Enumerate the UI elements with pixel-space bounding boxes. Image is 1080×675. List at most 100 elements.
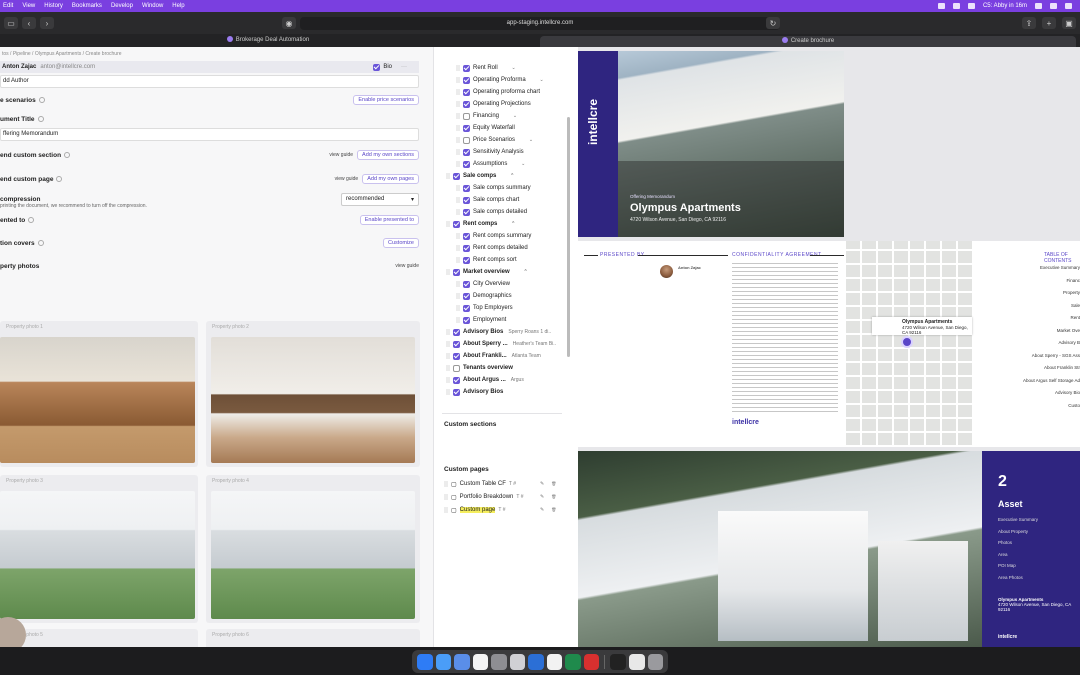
drag-handle-icon[interactable] <box>456 161 460 167</box>
outline-item[interactable]: Sale comps detailed <box>456 207 527 217</box>
menu-item[interactable]: Window <box>142 3 163 9</box>
finder-icon[interactable] <box>417 653 433 670</box>
drag-handle-icon[interactable] <box>456 113 460 119</box>
asset-section-sidebar[interactable]: 2 Asset Executive Summary About Property P… <box>982 451 1080 647</box>
property-photo-card[interactable]: Property photo 6 <box>206 629 420 647</box>
delete-icon[interactable]: 🗑 <box>551 481 556 487</box>
outline-item[interactable]: Employment <box>456 315 506 325</box>
toc-item[interactable]: Advisory Bio <box>984 390 1080 403</box>
drag-handle-icon[interactable] <box>456 281 460 287</box>
drag-handle-icon[interactable] <box>456 137 460 143</box>
property-photo-card[interactable]: Property photo 2 <box>206 321 420 467</box>
drag-handle-icon[interactable] <box>456 305 460 311</box>
status-icon[interactable] <box>952 3 960 9</box>
outline-checkbox[interactable] <box>463 304 470 312</box>
info-icon[interactable] <box>64 152 71 158</box>
drag-handle-icon[interactable] <box>444 481 448 487</box>
word-icon[interactable] <box>528 653 544 670</box>
address-bar[interactable]: app-staging.intellcre.com <box>300 17 780 30</box>
view-guide-link[interactable]: view guide <box>395 263 419 269</box>
drag-handle-icon[interactable] <box>456 77 460 83</box>
outline-item[interactable]: Sale comps ⌃ <box>446 171 514 181</box>
property-photo-card[interactable]: Property photo 3 <box>0 475 198 623</box>
preview-icon[interactable] <box>628 653 645 670</box>
edit-icon[interactable]: ✎ <box>540 494 544 500</box>
outline-checkbox[interactable] <box>463 256 470 264</box>
safari-icon[interactable] <box>435 653 452 670</box>
toc-item[interactable]: Market Ove <box>984 328 1080 341</box>
delete-icon[interactable]: 🗑 <box>551 507 556 513</box>
toc-item[interactable]: Advisory B <box>984 340 1080 353</box>
add-author-field[interactable]: dd Author <box>0 75 419 88</box>
toc-item[interactable]: Executive Summary <box>984 265 1080 278</box>
outline-checkbox[interactable] <box>463 76 470 84</box>
outline-checkbox[interactable] <box>463 196 470 204</box>
view-guide-link[interactable]: view guide <box>335 176 359 182</box>
trash-icon[interactable] <box>647 653 664 670</box>
outline-checkbox[interactable] <box>453 268 460 276</box>
chevron-icon[interactable]: ⌄ <box>513 113 517 119</box>
map-pin-icon[interactable] <box>901 336 913 348</box>
info-icon[interactable] <box>37 116 44 122</box>
menu-item[interactable]: Edit <box>3 3 13 9</box>
enable-presented-to-button[interactable]: Enable presented to <box>359 215 419 225</box>
property-photo-image[interactable] <box>0 491 195 619</box>
drag-handle-icon[interactable] <box>456 293 460 299</box>
drag-handle-icon[interactable] <box>444 507 448 513</box>
custom-page-item[interactable]: ▢ Portfolio Breakdown T # ✎ 🗑 <box>444 492 556 502</box>
drag-handle-icon[interactable] <box>456 257 460 263</box>
menu-item[interactable]: View <box>22 3 35 9</box>
outline-checkbox[interactable] <box>453 352 460 360</box>
outline-checkbox[interactable] <box>463 100 470 108</box>
terminal-icon[interactable] <box>610 653 626 670</box>
delete-icon[interactable]: 🗑 <box>551 494 556 500</box>
outline-checkbox[interactable] <box>463 280 470 288</box>
property-photo-image[interactable] <box>0 337 195 463</box>
outline-item[interactable]: Sale comps summary <box>456 183 531 193</box>
chevron-icon[interactable]: ⌄ <box>529 137 533 143</box>
outline-item[interactable]: Sale comps chart <box>456 195 519 205</box>
custom-page-item[interactable]: ▢ Custom page T # ✎ 🗑 <box>444 505 556 515</box>
tab-overview-icon[interactable]: ▣ <box>1062 17 1076 29</box>
drag-handle-icon[interactable] <box>456 149 460 155</box>
share-icon[interactable]: ⇪ <box>1022 17 1036 29</box>
outline-item[interactable]: Operating Projections <box>456 99 531 109</box>
outline-item[interactable]: Equity Waterfall <box>456 123 515 133</box>
drag-handle-icon[interactable] <box>456 125 460 131</box>
drag-handle-icon[interactable] <box>456 233 460 239</box>
outline-checkbox[interactable] <box>453 220 460 228</box>
edit-icon[interactable]: ✎ <box>540 481 544 487</box>
add-my-own-sections-button[interactable]: Add my own sections <box>357 150 419 160</box>
outline-checkbox[interactable] <box>463 148 470 156</box>
tab-create-brochure[interactable]: Create brochure <box>540 36 1076 47</box>
drag-handle-icon[interactable] <box>446 269 450 275</box>
drag-handle-icon[interactable] <box>446 353 450 359</box>
asset-aerial-photo[interactable] <box>578 451 982 647</box>
edit-icon[interactable]: ✎ <box>540 507 544 513</box>
toc-item[interactable]: Property <box>984 290 1080 303</box>
drag-handle-icon[interactable] <box>446 377 450 383</box>
drag-handle-icon[interactable] <box>446 329 450 335</box>
text-format-icon[interactable]: T # <box>516 494 523 500</box>
chevron-icon[interactable]: ⌄ <box>540 77 544 83</box>
add-my-own-pages-button[interactable]: Add my own pages <box>362 174 419 184</box>
reload-icon[interactable]: ↻ <box>766 17 780 29</box>
chatgpt-icon[interactable] <box>509 653 526 670</box>
drag-handle-icon[interactable] <box>456 245 460 251</box>
outline-item[interactable]: Rent comps detailed <box>456 243 528 253</box>
outline-checkbox[interactable] <box>453 340 460 348</box>
calendar-status-text[interactable]: C5: Abby in 16m <box>983 3 1027 9</box>
drag-handle-icon[interactable] <box>446 173 450 179</box>
outline-item[interactable]: About Frankli... Atlanta Team <box>446 351 541 361</box>
custom-page-item[interactable]: ▢ Custom Table CF T # ✎ 🗑 <box>444 479 556 489</box>
text-format-icon[interactable]: T # <box>509 481 516 487</box>
outline-item[interactable]: Demographics <box>456 291 512 301</box>
toc-item[interactable]: About Argus Self Storage Ad <box>984 378 1080 391</box>
property-photo-card[interactable]: Property photo 5 <box>0 629 198 647</box>
property-photo-card[interactable]: Property photo 4 <box>206 475 420 623</box>
drag-handle-icon[interactable] <box>456 101 460 107</box>
tab-brokerage-deal-automation[interactable]: Brokerage Deal Automation <box>0 34 536 47</box>
outline-item[interactable]: Top Employers <box>456 303 513 313</box>
outline-item[interactable]: Operating proforma chart <box>456 87 540 97</box>
property-photo-image[interactable] <box>211 491 415 619</box>
